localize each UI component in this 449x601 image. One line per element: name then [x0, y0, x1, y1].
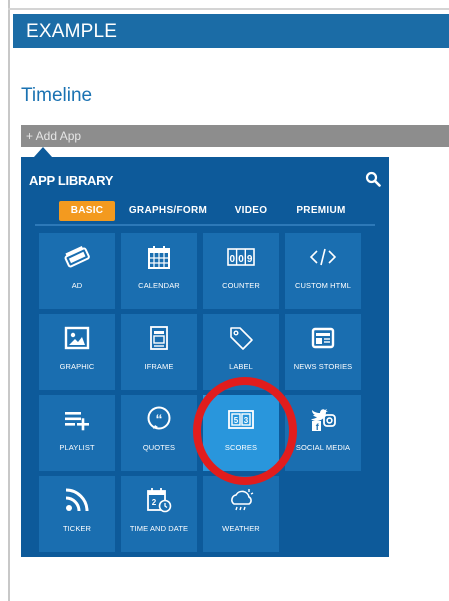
app-tile-counter[interactable]: 0 0 9 COUNTER — [203, 233, 279, 309]
app-tile-label: CALENDAR — [138, 281, 180, 290]
app-tile-ad[interactable]: AD — [39, 233, 115, 309]
app-tile-label: IFRAME — [144, 362, 174, 371]
svg-text:2: 2 — [152, 498, 157, 507]
iframe-icon — [150, 326, 168, 350]
svg-text:5: 5 — [234, 416, 239, 425]
app-tile-label: CUSTOM HTML — [295, 281, 351, 290]
app-tile-label: AD — [71, 281, 83, 290]
app-tile-social-media[interactable]: f SOCIAL MEDIA — [285, 395, 361, 471]
app-tile-playlist[interactable]: PLAYLIST — [39, 395, 115, 471]
social-media-icon: f — [311, 409, 336, 432]
tab-premium[interactable]: PREMIUM — [289, 201, 353, 221]
app-tile-label: SCORES — [224, 443, 258, 452]
news-icon — [311, 327, 335, 349]
app-tile-calendar[interactable]: CALENDAR — [121, 233, 197, 309]
tab-graphs-form[interactable]: GRAPHS/FORM — [125, 201, 211, 221]
graphic-icon — [64, 326, 90, 350]
page-title: EXAMPLE — [26, 21, 118, 42]
ad-icon — [64, 245, 90, 268]
tag-icon — [230, 327, 253, 350]
clock-calendar-icon: 2 — [147, 488, 172, 513]
popover-caret — [34, 147, 52, 157]
tab-basic[interactable]: BASIC — [59, 201, 115, 221]
svg-text:0: 0 — [238, 254, 244, 265]
app-library-title: APP LIBRARY — [29, 173, 114, 188]
app-tile-label: COUNTER — [222, 281, 260, 290]
svg-text:0: 0 — [230, 254, 236, 265]
app-tile-weather[interactable]: WEATHER — [203, 476, 279, 552]
app-tile-graphic[interactable]: GRAPHIC — [39, 314, 115, 390]
counter-icon: 0 0 9 — [227, 248, 255, 266]
tab-video[interactable]: VIDEO — [227, 201, 275, 221]
app-tile-iframe[interactable]: IFRAME — [121, 314, 197, 390]
playlist-icon — [65, 412, 89, 431]
app-tile-news-stories[interactable]: NEWS STORIES — [285, 314, 361, 390]
header-bar: EXAMPLE — [13, 14, 449, 48]
search-icon[interactable] — [365, 171, 381, 187]
app-tile-ticker[interactable]: TICKER — [39, 476, 115, 552]
section-title: Timeline — [21, 85, 93, 106]
app-tile-scores[interactable]: 5 3 SCORES — [203, 395, 279, 471]
add-app-button[interactable]: + Add App — [21, 125, 449, 147]
app-tile-label: PLAYLIST — [59, 443, 95, 452]
app-tile-label: LABEL — [229, 362, 253, 371]
quotes-icon: “ — [147, 406, 171, 430]
app-tile-label: WEATHER — [222, 524, 260, 533]
svg-text:“: “ — [156, 411, 163, 427]
calendar-icon — [148, 246, 170, 269]
app-tile-label: QUOTES — [142, 443, 176, 452]
app-tile-label: SOCIAL MEDIA — [295, 443, 351, 452]
app-tile-label: GRAPHIC — [59, 362, 95, 371]
app-tile-time-and-date[interactable]: 2 TIME AND DATE — [121, 476, 197, 552]
svg-text:3: 3 — [244, 416, 249, 425]
app-tile-label: NEWS STORIES — [293, 362, 353, 371]
code-icon — [309, 248, 337, 266]
app-tile-custom-html[interactable]: CUSTOM HTML — [285, 233, 361, 309]
app-tile-label: TIME AND DATE — [129, 524, 189, 533]
app-tile-label: TICKER — [62, 524, 92, 533]
app-tile-label[interactable]: LABEL — [203, 314, 279, 390]
app-tile-quotes[interactable]: “ QUOTES — [121, 395, 197, 471]
left-border — [8, 0, 10, 601]
scoreboard-icon: 5 3 — [228, 410, 254, 429]
top-border — [8, 8, 449, 10]
rss-icon — [65, 488, 89, 512]
weather-icon — [231, 489, 254, 511]
tabs-divider — [35, 224, 375, 226]
svg-text:9: 9 — [247, 254, 253, 265]
app-library-panel: APP LIBRARY BASIC GRAPHS/FORM VIDEO PREM… — [21, 157, 389, 557]
